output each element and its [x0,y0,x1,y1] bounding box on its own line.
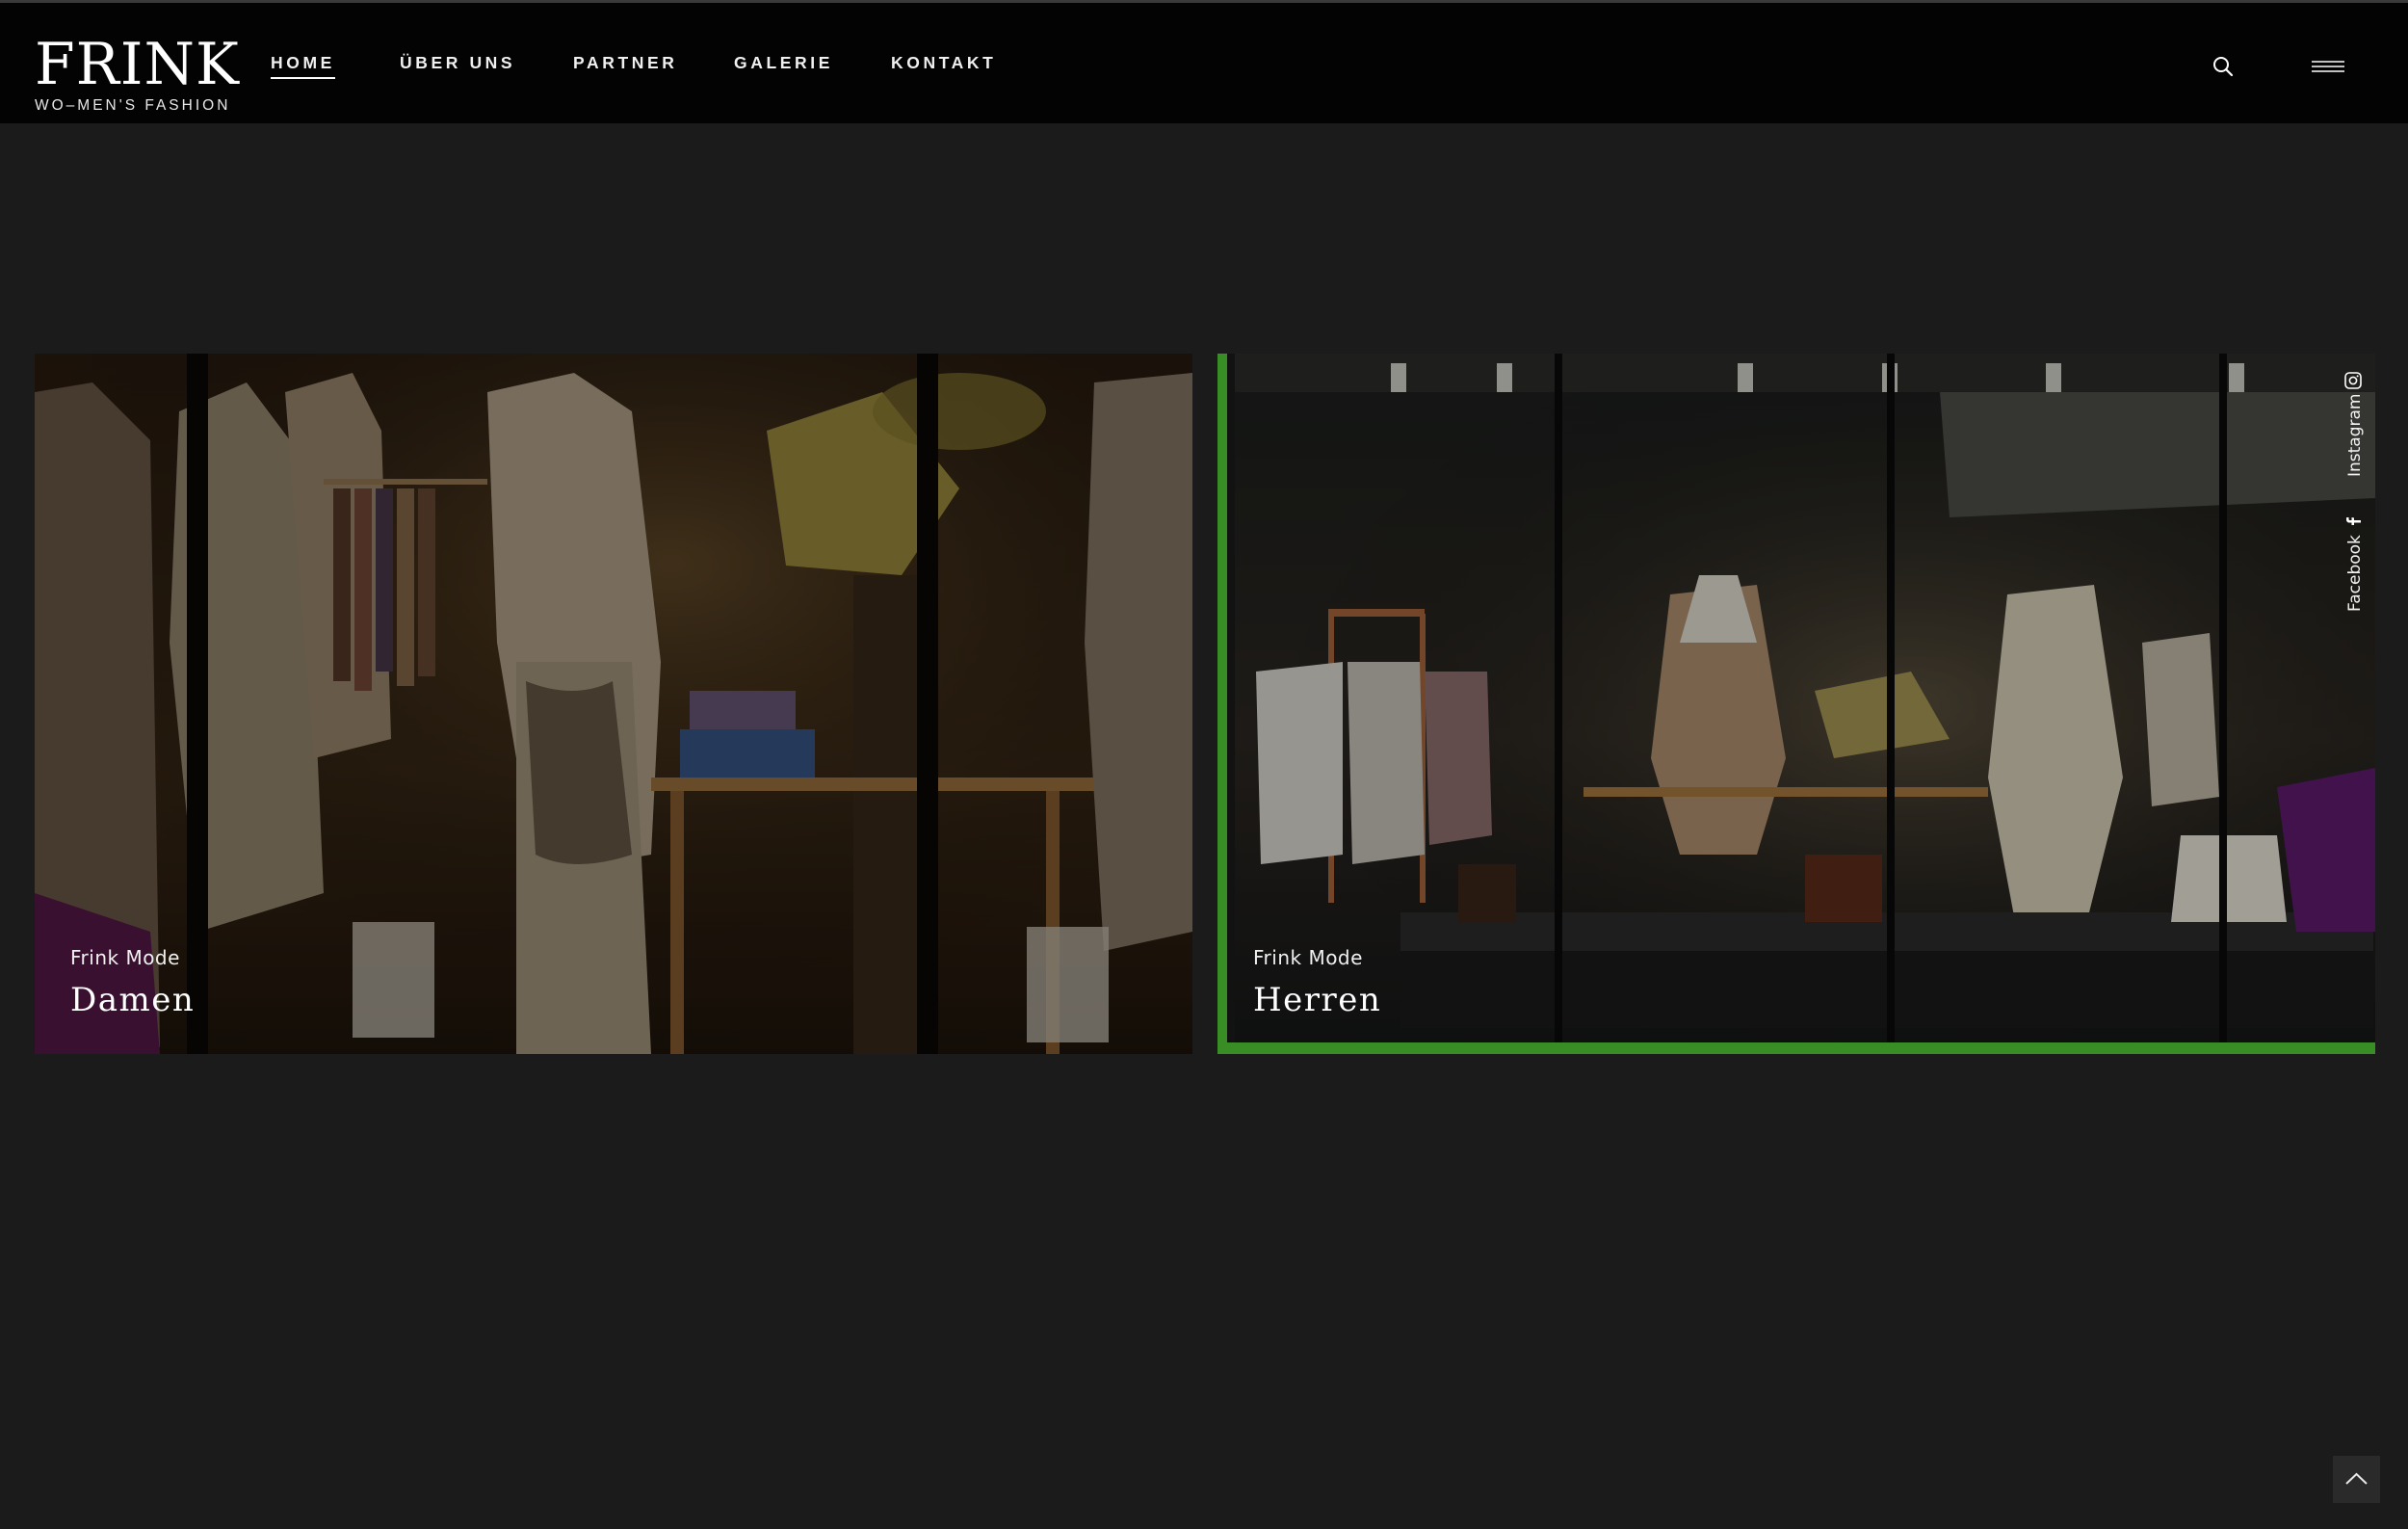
logo-tagline: WO–MEN'S FASHION [35,97,231,114]
nav-galerie[interactable]: GALERIE [734,53,833,73]
facebook-icon[interactable] [2344,513,2362,530]
nav-home[interactable]: HOME [271,53,335,79]
facebook-link[interactable]: Facebook [2345,535,2365,612]
boutique-window-womens-image [35,354,1192,1054]
card-kicker: Frink Mode [1253,946,1363,969]
logo[interactable]: FRINK WO–MEN'S FASHION [35,31,240,115]
card-herren[interactable]: Frink Mode Herren [1217,354,2375,1054]
nav-kontakt[interactable]: KONTAKT [891,53,996,73]
card-damen[interactable]: Frink Mode Damen [35,354,1192,1054]
card-caption: Frink Mode Damen [70,946,195,1019]
boutique-window-mens-image [1217,354,2375,1054]
logo-wordmark: FRINK [35,31,240,98]
nav-ueber-uns[interactable]: ÜBER UNS [400,53,515,73]
search-icon[interactable] [2211,54,2238,81]
nav-partner[interactable]: PARTNER [573,53,678,73]
social-links: Instagram Facebook [2341,366,2369,626]
card-title: Damen [70,981,196,1019]
hamburger-menu-icon[interactable] [2312,59,2344,78]
back-to-top-button[interactable] [2333,1456,2380,1503]
card-kicker: Frink Mode [70,946,180,969]
card-caption: Frink Mode Herren [1253,946,1381,1019]
chevron-up-icon [2345,1472,2368,1485]
card-title: Herren [1253,981,1382,1019]
site-header: FRINK WO–MEN'S FASHION HOME ÜBER UNS PAR… [0,3,2408,123]
instagram-link[interactable]: Instagram [2345,394,2365,478]
instagram-icon[interactable] [2343,371,2363,390]
